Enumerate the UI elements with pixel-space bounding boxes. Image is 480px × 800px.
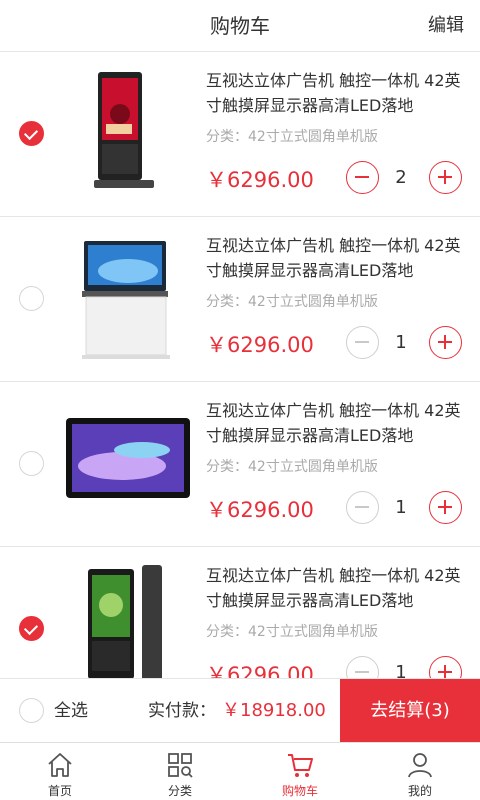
product-name[interactable]: 互视达立体广告机 触控一体机 42英寸触摸屏显示器高清LED落地 [206,398,468,448]
standing-kiosk-image [94,72,154,188]
cart-item: 互视达立体广告机 触控一体机 42英寸触摸屏显示器高清LED落地 分类：42寸立… [0,217,480,382]
decrease-quantity-button[interactable] [346,656,379,678]
product-spec: 分类：42寸立式圆角单机版 [206,459,378,475]
tab-label: 分类 [167,784,192,798]
product-image[interactable] [62,561,192,678]
product-spec: 分类：42寸立式圆角单机版 [206,129,378,145]
cart-item: 互视达立体广告机 触控一体机 42英寸触摸屏显示器高清LED落地 分类：42寸立… [0,52,480,217]
dual-kiosk-image [88,565,162,678]
user-icon [408,753,432,778]
page-title: 购物车 [210,14,270,38]
decrease-quantity-button[interactable] [346,161,379,194]
item-checkbox[interactable] [19,121,44,146]
cart-list[interactable]: 互视达立体广告机 触控一体机 42英寸触摸屏显示器高清LED落地 分类：42寸立… [0,52,480,678]
product-image[interactable] [62,66,192,201]
tab-label: 购物车 [281,784,318,798]
product-price: ￥6296.00 [206,333,314,357]
increase-quantity-button[interactable] [429,161,462,194]
tab-home[interactable]: 首页 [0,743,120,800]
item-checkbox[interactable] [19,451,44,476]
product-price: ￥6296.00 [206,168,314,192]
cart-icon [288,754,313,777]
edit-button[interactable]: 编辑 [428,0,464,52]
item-checkbox[interactable] [19,616,44,641]
cart-item: 互视达立体广告机 触控一体机 42英寸触摸屏显示器高清LED落地 分类：42寸立… [0,382,480,547]
increase-quantity-button[interactable] [429,491,462,524]
checkout-bar: 全选 实付款： ￥18918.00 去结算(3) [0,678,480,742]
product-price: ￥6296.00 [206,663,314,678]
quantity-value: 1 [395,332,407,353]
product-name[interactable]: 互视达立体广告机 触控一体机 42英寸触摸屏显示器高清LED落地 [206,68,468,118]
quantity-value: 2 [395,167,407,188]
product-image[interactable] [62,396,192,531]
header-bar: 购物车 编辑 [0,0,480,52]
item-checkbox[interactable] [19,286,44,311]
product-spec: 分类：42寸立式圆角单机版 [206,624,378,640]
increase-quantity-button[interactable] [429,656,462,678]
tab-category[interactable]: 分类 [120,743,240,800]
white-cabinet-display-image [82,241,170,359]
total-label: 实付款： [148,701,216,721]
product-image[interactable] [62,231,192,366]
product-name[interactable]: 互视达立体广告机 触控一体机 42英寸触摸屏显示器高清LED落地 [206,233,468,283]
tab-label: 首页 [47,784,72,798]
increase-quantity-button[interactable] [429,326,462,359]
home-icon [48,753,72,777]
product-price: ￥6296.00 [206,498,314,522]
quantity-value: 1 [395,497,407,518]
product-name[interactable]: 互视达立体广告机 触控一体机 42英寸触摸屏显示器高清LED落地 [206,563,468,613]
quantity-value: 1 [395,662,407,678]
bottom-tab-bar: 首页 分类 购物车 我的 [0,742,480,800]
total-amount: ￥18918.00 [222,700,326,721]
category-icon [168,753,193,778]
checkout-button[interactable]: 去结算(3) [340,679,480,742]
wall-display-image [66,418,190,498]
tab-label: 我的 [407,784,432,798]
tab-profile[interactable]: 我的 [360,743,480,800]
decrease-quantity-button[interactable] [346,491,379,524]
product-spec: 分类：42寸立式圆角单机版 [206,294,378,310]
select-all-label[interactable]: 全选 [54,679,88,743]
select-all-checkbox[interactable] [19,698,44,723]
tab-cart[interactable]: 购物车 [240,743,360,800]
decrease-quantity-button[interactable] [346,326,379,359]
cart-item: 互视达立体广告机 触控一体机 42英寸触摸屏显示器高清LED落地 分类：42寸立… [0,547,480,678]
